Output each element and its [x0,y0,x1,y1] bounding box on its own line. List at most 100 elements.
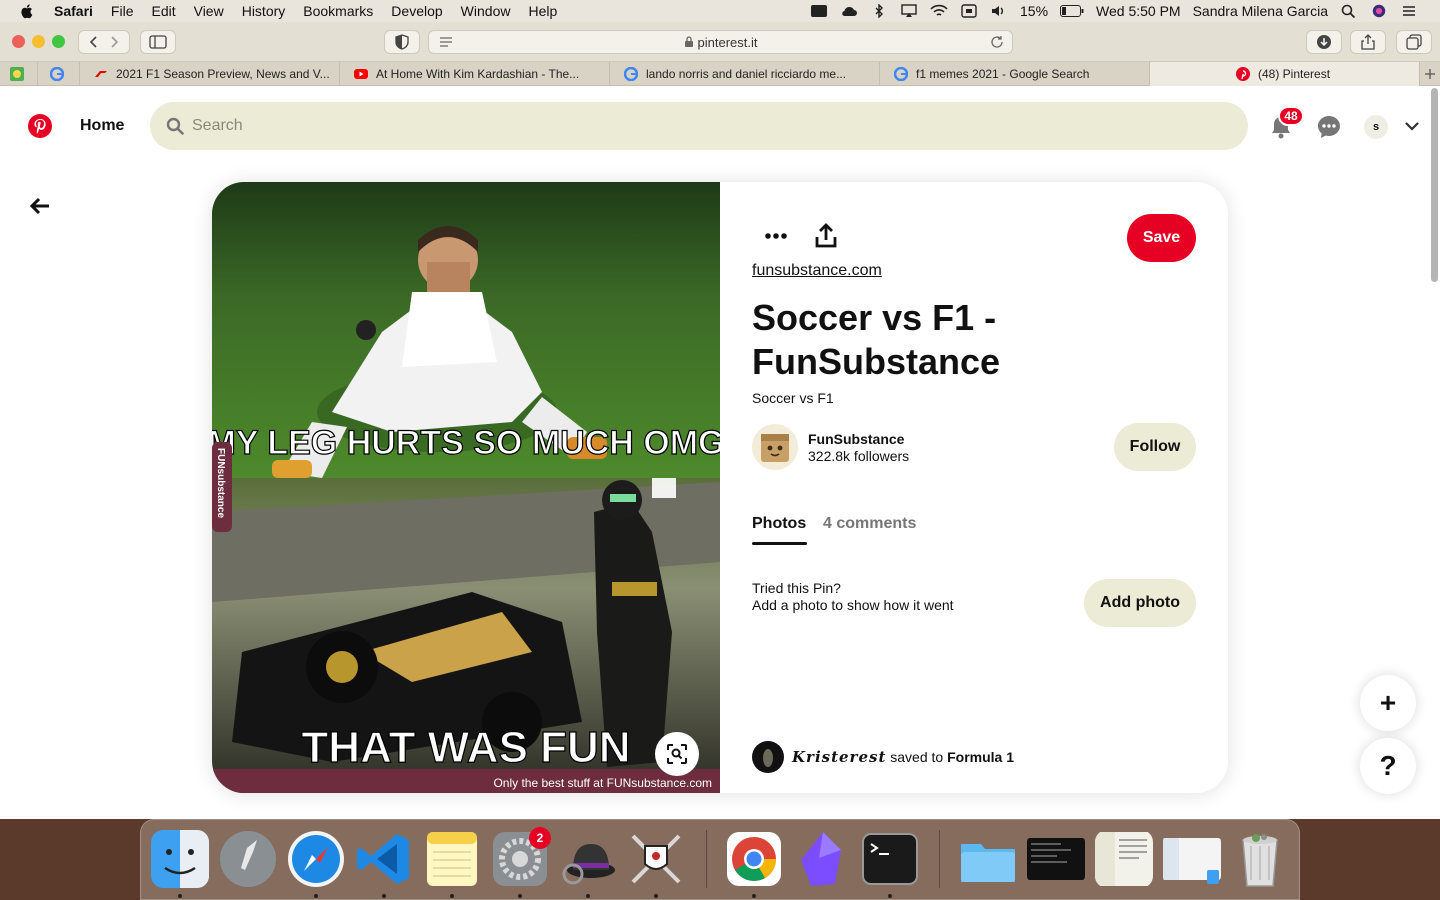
visual-search-button[interactable] [655,732,699,776]
pinterest-logo-icon[interactable] [28,114,52,138]
back-forward-buttons[interactable] [78,30,130,54]
obsidian-icon[interactable] [793,830,851,888]
menu-window[interactable]: Window [461,3,511,19]
crossed-swords-app-icon[interactable] [627,830,685,888]
search-input[interactable] [192,117,1092,135]
help-button[interactable]: ? [1360,738,1416,794]
menu-edit[interactable]: Edit [151,3,175,19]
finder-window-thumbnail-icon[interactable] [1163,830,1221,888]
menu-view[interactable]: View [194,3,224,19]
chevron-left-icon[interactable] [84,34,104,50]
tried-pin-title: Tried this Pin? [752,580,841,596]
meme-watermark-bottom: Only the best stuff at FUNsubstance.com [493,776,712,790]
spotlight-icon[interactable] [1340,4,1358,18]
tab-lando-norris[interactable]: lando norris and daniel ricciardo me... [610,62,880,86]
home-link[interactable]: Home [80,117,124,135]
creator-avatar[interactable] [752,424,798,470]
running-indicator [888,894,892,898]
chrome-icon[interactable] [725,830,783,888]
new-tab-button[interactable] [1420,62,1440,86]
tab-kardashian[interactable]: At Home With Kim Kardashian - The... [340,62,610,86]
share-icon [1361,34,1375,50]
running-indicator [752,894,756,898]
terminal-icon[interactable] [861,830,919,888]
chevron-right-icon[interactable] [104,34,124,50]
running-indicator [178,894,182,898]
terminal-window-thumbnail-icon[interactable] [1027,830,1085,888]
downloads-button[interactable] [1306,30,1342,54]
tab-comments[interactable]: 4 comments [823,515,916,533]
pin-image[interactable]: MY LEG HURTS SO MUCH OMG THAT WAS FUN On… [212,182,720,793]
chevron-down-icon[interactable] [1404,120,1420,132]
screen-icon[interactable] [810,4,828,18]
board-link[interactable]: Formula 1 [947,749,1014,765]
folder-icon[interactable] [959,830,1017,888]
finder-icon[interactable] [151,830,209,888]
pin-title: Soccer vs F1 - FunSubstance [752,297,1001,382]
volume-icon[interactable] [990,4,1008,18]
airplay-icon[interactable] [900,4,918,18]
close-window-button[interactable] [12,35,25,48]
pinned-tab-2[interactable] [38,62,80,86]
input-source-icon[interactable] [960,4,978,18]
apple-icon[interactable] [18,2,36,20]
menu-history[interactable]: History [242,3,286,19]
sidebar-toggle-button[interactable] [140,30,176,54]
tab-overview-button[interactable] [1396,30,1432,54]
meme-image: MY LEG HURTS SO MUCH OMG THAT WAS FUN On… [212,182,720,793]
launchpad-icon[interactable] [219,830,277,888]
safari-icon[interactable] [287,830,345,888]
tab-title: 2021 F1 Season Preview, News and V... [116,67,330,81]
privacy-report-button[interactable] [384,30,420,54]
messages-icon[interactable] [1316,114,1342,140]
menu-app-name[interactable]: Safari [54,3,93,19]
bluetooth-icon[interactable] [870,4,888,18]
notes-icon[interactable] [423,830,481,888]
address-bar[interactable]: pinterest.it [428,30,1013,54]
tab-f1-season[interactable]: 2021 F1 Season Preview, News and V... [80,62,340,86]
minimize-window-button[interactable] [32,35,45,48]
cloud-icon[interactable] [840,4,858,18]
trash-icon[interactable] [1231,830,1289,888]
battery-icon[interactable] [1060,5,1084,17]
bowler-hat-app-icon[interactable] [559,830,617,888]
menu-file[interactable]: File [111,3,134,19]
add-photo-button[interactable]: Add photo [1084,579,1196,627]
saver-avatar[interactable] [752,741,784,773]
share-icon[interactable] [812,222,840,250]
control-center-icon[interactable] [1400,4,1418,18]
vscode-icon[interactable] [355,830,413,888]
save-button[interactable]: Save [1127,214,1196,262]
follow-button[interactable]: Follow [1114,423,1196,471]
tab-pinterest[interactable]: (48) Pinterest [1150,62,1420,86]
wifi-icon[interactable] [930,4,948,18]
menu-bookmarks[interactable]: Bookmarks [303,3,373,19]
creator-name[interactable]: FunSubstance [808,431,904,447]
dock-separator [939,830,940,888]
source-link[interactable]: funsubstance.com [752,262,882,280]
document-thumbnail-icon[interactable] [1095,830,1153,888]
saver-name[interactable]: Kristerest [792,748,886,766]
youtube-icon [354,69,368,79]
siri-icon[interactable] [1370,4,1388,18]
user-avatar[interactable]: s [1364,115,1388,139]
menu-help[interactable]: Help [528,3,557,19]
zoom-window-button[interactable] [52,35,65,48]
url-text[interactable]: pinterest.it [698,35,758,50]
more-options-icon[interactable] [752,222,800,250]
saved-to-text: saved to [890,749,944,765]
menu-develop[interactable]: Develop [391,3,442,19]
reload-icon[interactable] [990,35,1004,49]
search-bar[interactable] [150,102,1248,150]
share-page-button[interactable] [1350,30,1386,54]
user-name[interactable]: Sandra Milena Garcia [1193,3,1328,19]
clock[interactable]: Wed 5:50 PM [1096,3,1181,19]
create-button[interactable]: + [1360,675,1416,731]
scrollbar[interactable] [1431,88,1438,282]
tab-f1-memes[interactable]: f1 memes 2021 - Google Search [880,62,1150,86]
pinned-tab-1[interactable] [0,62,38,86]
tab-bar: 2021 F1 Season Preview, News and V... At… [0,62,1440,86]
reader-icon[interactable] [439,36,453,48]
back-arrow-icon[interactable] [28,194,52,218]
tab-photos[interactable]: Photos [752,515,806,533]
